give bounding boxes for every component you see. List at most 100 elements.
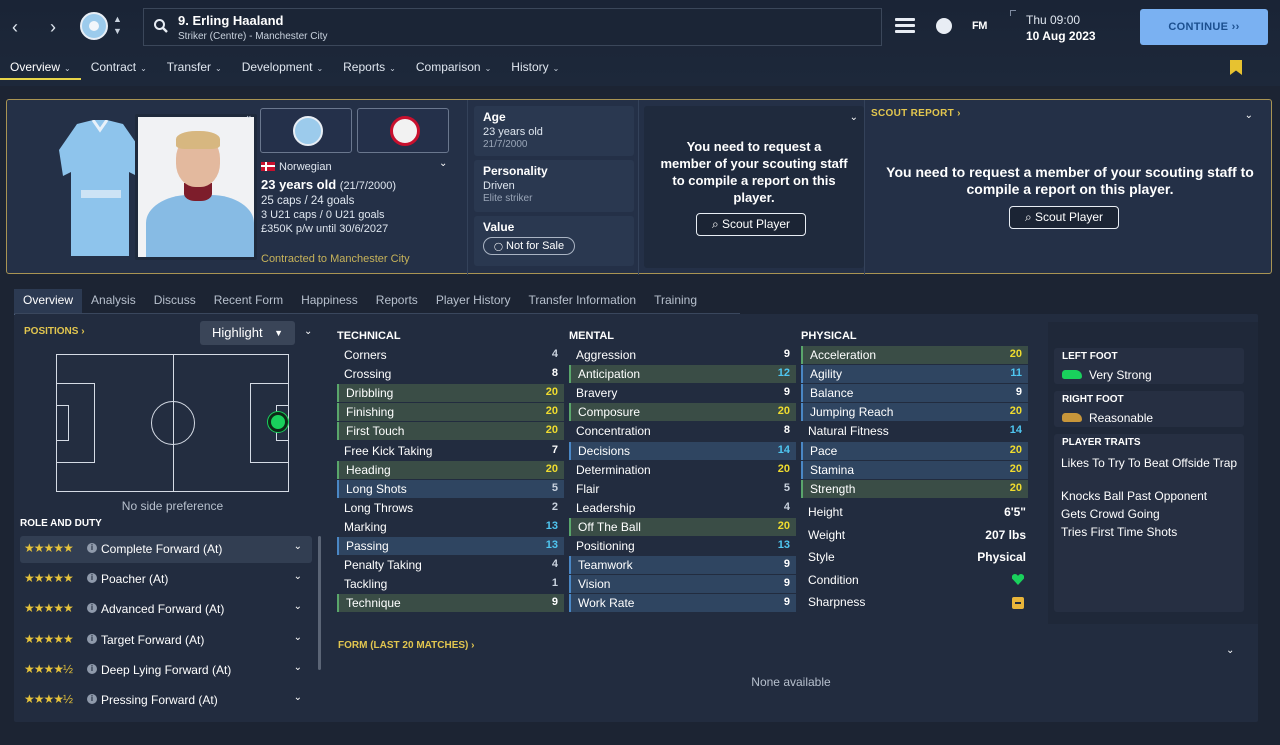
- form-title[interactable]: FORM (LAST 20 MATCHES) ›: [338, 640, 474, 651]
- fm-logo[interactable]: FM: [972, 20, 987, 32]
- menu-icon[interactable]: [895, 18, 915, 34]
- menu-development[interactable]: Development ⌄: [232, 58, 333, 80]
- scout-report-dropdown-icon[interactable]: ⌄: [1245, 110, 1253, 121]
- role-deep-lying-forward[interactable]: ★★★★½ i Deep Lying Forward (At) ⌄: [20, 657, 312, 684]
- attribute-row[interactable]: Heading 20: [337, 460, 564, 479]
- chevron-down-icon[interactable]: ⌄: [294, 571, 302, 582]
- social-icon[interactable]: [936, 18, 952, 34]
- tab-analysis[interactable]: Analysis: [82, 289, 145, 315]
- attribute-row[interactable]: Decisions 14: [569, 441, 796, 460]
- attribute-row[interactable]: Corners 4: [337, 346, 564, 364]
- info-icon[interactable]: i: [87, 634, 97, 644]
- attribute-row[interactable]: Technique 9: [337, 594, 564, 613]
- info-icon[interactable]: i: [87, 603, 97, 613]
- attribute-row[interactable]: Jumping Reach 20: [801, 403, 1028, 422]
- attribute-row[interactable]: Dribbling 20: [337, 384, 564, 403]
- chevron-down-icon[interactable]: ⌄: [294, 601, 302, 612]
- menu-comparison[interactable]: Comparison ⌄: [406, 58, 501, 80]
- menu-reports[interactable]: Reports ⌄: [333, 58, 406, 80]
- attribute-row[interactable]: Passing 13: [337, 537, 564, 555]
- tab-happiness[interactable]: Happiness: [292, 289, 367, 315]
- attribute-row[interactable]: Free Kick Taking 7: [337, 442, 564, 460]
- attribute-row[interactable]: Strength 20: [801, 479, 1028, 498]
- nation-badge[interactable]: [357, 108, 449, 153]
- forward-arrow-icon[interactable]: ›: [42, 14, 64, 40]
- role-advanced-forward[interactable]: ★★★★★ i Advanced Forward (At) ⌄: [20, 596, 312, 623]
- attribute-row[interactable]: First Touch 20: [337, 422, 564, 441]
- attribute-row[interactable]: Marking 13: [337, 518, 564, 536]
- info-icon[interactable]: i: [87, 573, 97, 583]
- attribute-row[interactable]: Composure 20: [569, 403, 796, 422]
- menu-history[interactable]: History ⌄: [501, 58, 569, 80]
- tab-discuss[interactable]: Discuss: [145, 289, 205, 315]
- transfer-status-pill[interactable]: ◯ Not for Sale: [483, 237, 576, 255]
- back-arrow-icon[interactable]: ‹: [4, 14, 26, 40]
- positions-title[interactable]: POSITIONS ›: [24, 326, 85, 337]
- scout-player-button-2[interactable]: ⌕ Scout Player: [1009, 206, 1119, 229]
- contract-status[interactable]: Contracted to Manchester City: [261, 253, 410, 265]
- attribute-row[interactable]: Work Rate 9: [569, 594, 796, 613]
- nation-dropdown-icon[interactable]: ⌄: [439, 158, 447, 169]
- attribute-row[interactable]: Anticipation 12: [569, 365, 796, 384]
- player-switcher-icon[interactable]: ▲ ▼: [113, 13, 122, 37]
- attribute-row[interactable]: Aggression 9: [569, 346, 796, 364]
- attribute-row[interactable]: Concentration 8: [569, 422, 796, 440]
- tab-transfer-information[interactable]: Transfer Information: [520, 289, 646, 315]
- info-icon[interactable]: i: [87, 664, 97, 674]
- tab-training[interactable]: Training: [645, 289, 706, 315]
- attribute-row[interactable]: Agility 11: [801, 365, 1028, 384]
- highlight-dropdown[interactable]: Highlight ▼: [200, 321, 295, 345]
- bookmark-icon[interactable]: [1230, 60, 1242, 75]
- attribute-row[interactable]: Leadership 4: [569, 499, 796, 517]
- role-poacher[interactable]: ★★★★★ i Poacher (At) ⌄: [20, 566, 312, 593]
- chevron-down-icon[interactable]: ⌄: [294, 541, 302, 552]
- attribute-row[interactable]: Long Shots 5: [337, 479, 564, 498]
- positions-dropdown-icon[interactable]: ⌄: [304, 326, 312, 337]
- attribute-row[interactable]: Finishing 20: [337, 403, 564, 422]
- attribute-row[interactable]: Natural Fitness 14: [801, 422, 1028, 440]
- attribute-row[interactable]: Tackling 1: [337, 575, 564, 593]
- role-complete-forward[interactable]: ★★★★★ i Complete Forward (At) ⌄: [20, 536, 312, 563]
- photo-dropdown-icon[interactable]: ⌄: [245, 110, 253, 121]
- scout-report-title[interactable]: SCOUT REPORT ›: [871, 108, 961, 119]
- tab-overview[interactable]: Overview: [14, 289, 83, 315]
- attribute-row[interactable]: Acceleration 20: [801, 346, 1028, 364]
- tab-reports[interactable]: Reports: [367, 289, 427, 315]
- attribute-row[interactable]: Teamwork 9: [569, 556, 796, 575]
- attribute-row[interactable]: Balance 9: [801, 384, 1028, 403]
- menu-transfer[interactable]: Transfer ⌄: [157, 58, 232, 80]
- tab-recent-form[interactable]: Recent Form: [205, 289, 292, 315]
- attribute-row[interactable]: Off The Ball 20: [569, 517, 796, 536]
- continue-button[interactable]: CONTINUE ››: [1140, 9, 1268, 45]
- attribute-row[interactable]: Penalty Taking 4: [337, 556, 564, 574]
- role-pressing-forward[interactable]: ★★★★½ i Pressing Forward (At) ⌄: [20, 687, 312, 714]
- attribute-row[interactable]: Flair 5: [569, 480, 796, 498]
- position-st-marker[interactable]: [268, 412, 288, 432]
- info-icon[interactable]: i: [87, 694, 97, 704]
- chevron-down-icon[interactable]: ⌄: [294, 662, 302, 673]
- attribute-row[interactable]: Determination 20: [569, 461, 796, 479]
- chevron-down-icon[interactable]: ⌄: [294, 632, 302, 643]
- tab-player-history[interactable]: Player History: [427, 289, 520, 315]
- attribute-row[interactable]: Pace 20: [801, 441, 1028, 460]
- attribute-row[interactable]: Stamina 20: [801, 460, 1028, 479]
- attribute-row[interactable]: Long Throws 2: [337, 499, 564, 517]
- attribute-row[interactable]: Crossing 8: [337, 365, 564, 383]
- scout-dropdown-icon[interactable]: ⌄: [850, 112, 858, 123]
- scout-player-button[interactable]: ⌕ Scout Player: [696, 213, 806, 236]
- attribute-value: 4: [551, 348, 558, 360]
- chevron-down-icon[interactable]: ⌄: [294, 692, 302, 703]
- menu-overview[interactable]: Overview ⌄: [0, 58, 81, 80]
- roles-scrollbar[interactable]: [318, 536, 321, 670]
- player-search[interactable]: 9. Erling Haaland Striker (Centre) - Man…: [143, 8, 882, 46]
- role-target-forward[interactable]: ★★★★★ i Target Forward (At) ⌄: [20, 627, 312, 654]
- game-date[interactable]: Thu 09:00 10 Aug 2023: [1010, 10, 1128, 44]
- info-icon[interactable]: i: [87, 543, 97, 553]
- form-dropdown-icon[interactable]: ⌄: [1226, 645, 1234, 656]
- attribute-row[interactable]: Positioning 13: [569, 537, 796, 555]
- menu-contract[interactable]: Contract ⌄: [81, 58, 157, 80]
- attribute-row[interactable]: Bravery 9: [569, 384, 796, 402]
- attribute-row[interactable]: Vision 9: [569, 575, 796, 594]
- club-badge-icon[interactable]: [80, 12, 108, 40]
- club-badge[interactable]: [260, 108, 352, 153]
